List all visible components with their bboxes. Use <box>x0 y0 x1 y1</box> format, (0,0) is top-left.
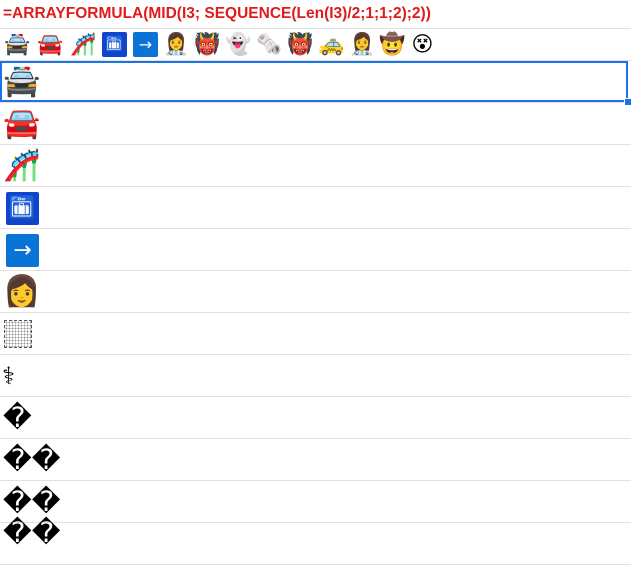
roller-coaster-icon: 🎢 <box>3 148 41 183</box>
formula-cell[interactable]: =ARRAYFORMULA(MID(I3; SEQUENCE(Len(I3)/2… <box>0 0 631 29</box>
taxi-icon: 🚕 <box>318 32 345 56</box>
ogre-icon: 👹 <box>194 32 221 56</box>
cell-row-1[interactable]: 🚔 <box>0 61 631 103</box>
cowboy-face-icon: 🤠 <box>379 32 406 56</box>
replacement-char-icon: �� <box>3 443 61 476</box>
police-car-icon: 🚔 <box>3 64 41 99</box>
cell-row-7[interactable] <box>0 313 631 355</box>
emoji-strip-cell[interactable]: 🚔 🚘 🎢 🛅 → 👩‍⚕️ 👹 👻 🗞️ 👹 🚕 👩‍⚕️ 🤠 😵 <box>0 29 631 61</box>
car-icon: 🚘 <box>37 32 64 56</box>
dotted-placeholder-icon <box>4 316 40 352</box>
roller-coaster-icon: 🎢 <box>70 32 97 56</box>
replacement-char-icon: �� <box>3 516 61 549</box>
dizzy-face-icon: 😵 <box>411 32 434 56</box>
woman-icon: 👩 <box>3 274 41 309</box>
staff-of-aesculapius-icon: ⚕ <box>2 362 15 390</box>
health-worker-icon: 👩‍⚕️ <box>349 32 376 56</box>
cell-row-5[interactable]: → <box>0 229 631 271</box>
left-luggage-icon: 🛅 <box>6 190 42 226</box>
cell-row-8[interactable]: ⚕ <box>0 355 631 397</box>
cell-row-11[interactable]: �� <box>0 481 631 523</box>
cell-row-6[interactable]: 👩 <box>0 271 631 313</box>
arrow-right-icon: → <box>132 31 159 58</box>
formula-text: =ARRAYFORMULA(MID(I3; SEQUENCE(Len(I3)/2… <box>3 5 431 22</box>
arrow-right-icon: → <box>6 232 42 268</box>
newspaper-icon: 🗞️ <box>256 32 283 56</box>
cell-row-2[interactable]: 🚘 <box>0 103 631 145</box>
health-worker-icon: 👩‍⚕️ <box>163 32 190 56</box>
cell-row-10[interactable]: �� <box>0 439 631 481</box>
fill-handle[interactable] <box>624 98 631 106</box>
ogre-icon: 👹 <box>287 32 314 56</box>
replacement-char-icon: � <box>3 401 32 434</box>
cell-row-4[interactable]: 🛅 <box>0 187 631 229</box>
cell-row-3[interactable]: 🎢 <box>0 145 631 187</box>
car-icon: 🚘 <box>3 106 41 141</box>
cell-row-12[interactable]: �� <box>0 516 631 565</box>
left-luggage-icon: 🛅 <box>101 31 128 58</box>
ghost-icon: 👻 <box>225 32 252 56</box>
cell-row-9[interactable]: � <box>0 397 631 439</box>
police-car-icon: 🚔 <box>4 32 31 56</box>
